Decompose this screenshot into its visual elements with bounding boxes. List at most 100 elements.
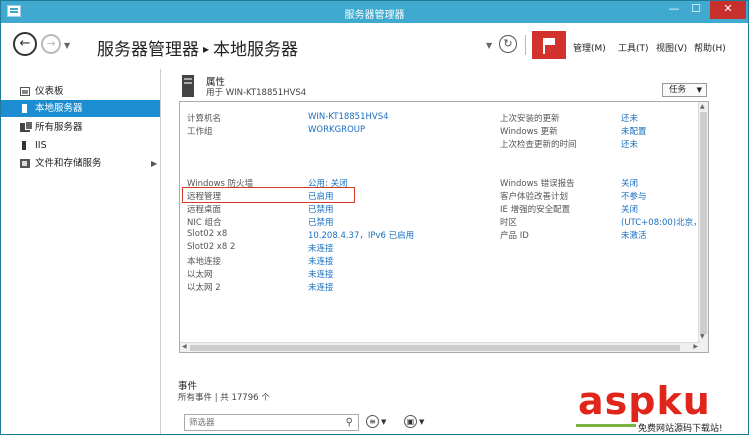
search-icon[interactable]: ⚲ — [346, 417, 353, 428]
sidebar-item-label: 文件和存储服务 — [35, 158, 102, 169]
ie-esc-link[interactable]: 关闭 — [621, 203, 638, 215]
refresh-icon: ↻ — [503, 37, 513, 50]
maximize-button[interactable]: ☐ — [684, 1, 708, 19]
property-label: Windows 错误报告 — [500, 179, 575, 189]
breadcrumb-current: 本地服务器 — [213, 40, 299, 60]
header-divider — [525, 35, 526, 55]
property-label: 工作组 — [187, 127, 213, 137]
close-button[interactable]: ✕ — [710, 1, 746, 19]
all-servers-icon — [20, 121, 33, 132]
local-connection-link[interactable]: 未连接 — [308, 255, 334, 267]
properties-subtitle: 用于 WIN-KT18851HVS4 — [206, 88, 307, 98]
file-storage-icon — [20, 159, 30, 168]
forward-button[interactable]: → — [41, 34, 61, 54]
local-server-icon — [22, 104, 27, 113]
remote-desktop-link[interactable]: 已禁用 — [308, 203, 334, 215]
breadcrumb-root[interactable]: 服务器管理器 — [97, 40, 199, 60]
last-installed-updates-link[interactable]: 还未 — [621, 112, 638, 124]
property-label: 产品 ID — [500, 231, 529, 241]
slot02-x8-link[interactable]: 10.208.4.37，IPv6 已启用 — [308, 229, 414, 241]
filter-options-button[interactable]: ≡ ▼ — [366, 415, 394, 430]
menu-view[interactable]: 视图(V) — [656, 41, 687, 54]
property-label: 客户体验改善计划 — [500, 192, 569, 202]
sidebar-item-dashboard[interactable]: 仪表板 — [1, 83, 160, 100]
property-label: NIC 组合 — [187, 218, 222, 228]
workgroup-link[interactable]: WORKGROUP — [308, 125, 365, 135]
filter-input[interactable] — [185, 415, 315, 430]
expand-chevron-icon[interactable]: ▶ — [151, 159, 157, 168]
watermark-logo: aspku — [578, 379, 711, 423]
title-bar: 服务器管理器 — ☐ ✕ — [1, 1, 748, 23]
arrow-right-icon: → — [46, 37, 56, 50]
slot02-x8-2-link[interactable]: 未连接 — [308, 242, 334, 254]
windows-update-link[interactable]: 未配置 — [621, 125, 647, 137]
scroll-up-icon[interactable]: ▲ — [700, 103, 705, 110]
watermark: aspku 免费网站源码下载站! — [576, 379, 746, 434]
server-properties-icon — [182, 75, 194, 97]
sidebar-item-all-servers[interactable]: 所有服务器 — [1, 119, 160, 136]
property-label: IE 增强的安全配置 — [500, 205, 571, 215]
ethernet-2-link[interactable]: 未连接 — [308, 281, 334, 293]
property-label: 以太网 — [187, 270, 213, 280]
notifications-flag-icon[interactable] — [532, 31, 566, 59]
property-label: 时区 — [500, 218, 518, 228]
nic-teaming-link[interactable]: 已禁用 — [308, 216, 334, 228]
property-label: Slot02 x8 2 — [187, 242, 236, 252]
menu-tools[interactable]: 工具(T) — [618, 41, 649, 54]
ethernet-link[interactable]: 未连接 — [308, 268, 334, 280]
events-subtitle: 所有事件 | 共 17796 个 — [178, 393, 270, 403]
dashboard-icon — [20, 87, 30, 96]
chevron-down-icon: ▼ — [419, 418, 425, 426]
watermark-bar — [576, 424, 636, 427]
minimize-button[interactable]: — — [662, 1, 686, 19]
menu-help[interactable]: 帮助(H) — [694, 41, 726, 54]
events-filter[interactable]: ⚲ — [184, 414, 359, 431]
watermark-tagline: 免费网站源码下载站! — [638, 424, 723, 434]
last-checked-updates-link[interactable]: 还未 — [621, 138, 638, 150]
sidebar: 仪表板 本地服务器 所有服务器 IIS 文件和存储服务 ▶ — [1, 69, 161, 434]
property-label: 计算机名 — [187, 114, 222, 124]
property-label: 远程桌面 — [187, 205, 222, 215]
events-title: 事件 — [178, 381, 198, 392]
product-id-link[interactable]: 未激活 — [621, 229, 647, 241]
sidebar-item-iis[interactable]: IIS — [1, 137, 160, 154]
sidebar-item-label: IIS — [35, 140, 47, 151]
properties-panel: 计算机名 WIN-KT18851HVS4 工作组 WORKGROUP Windo… — [179, 101, 709, 353]
property-label: 上次检查更新的时间 — [500, 140, 577, 150]
scrollbar-thumb[interactable] — [190, 345, 680, 351]
sidebar-item-label: 本地服务器 — [35, 103, 83, 114]
vertical-scrollbar[interactable]: ▲ ▼ — [698, 102, 708, 352]
scrollbar-thumb[interactable] — [700, 112, 707, 334]
property-label: 以太网 2 — [187, 283, 221, 293]
breadcrumb-dropdown-icon[interactable]: ▼ — [486, 41, 492, 50]
breadcrumb-separator-icon: ▸ — [203, 42, 210, 56]
window-title: 服务器管理器 — [344, 10, 405, 21]
ceip-link[interactable]: 不参与 — [621, 190, 647, 202]
sidebar-item-file-storage[interactable]: 文件和存储服务 — [1, 155, 160, 172]
property-label: 远程管理 — [187, 192, 222, 202]
list-options-icon: ≡ — [366, 415, 379, 428]
sidebar-item-local-server[interactable]: 本地服务器 — [1, 100, 160, 117]
server-manager-window: 服务器管理器 — ☐ ✕ ← → ▼ 服务器管理器 ▸ 本地服务器 ▼ ↻ 管理(M… — [0, 0, 749, 435]
refresh-button[interactable]: ↻ — [499, 35, 517, 53]
horizontal-scrollbar[interactable]: ◀ ▶ — [180, 342, 700, 352]
menu-manage[interactable]: 管理(M) — [573, 41, 606, 54]
arrow-left-icon: ← — [19, 36, 31, 51]
computer-name-link[interactable]: WIN-KT18851HVS4 — [308, 112, 389, 122]
save-icon: ▣ — [404, 415, 417, 428]
tasks-dropdown[interactable]: 任务 ▼ — [662, 83, 707, 97]
breadcrumb: 服务器管理器 ▸ 本地服务器 — [97, 35, 298, 60]
iis-icon — [22, 141, 26, 150]
scroll-left-icon[interactable]: ◀ — [182, 343, 187, 350]
property-label: 本地连接 — [187, 257, 222, 267]
scroll-down-icon[interactable]: ▼ — [700, 333, 705, 340]
scroll-right-icon[interactable]: ▶ — [693, 343, 698, 350]
property-label: 上次安装的更新 — [500, 114, 560, 124]
remote-management-link[interactable]: 已启用 — [308, 190, 334, 202]
error-reporting-link[interactable]: 关闭 — [621, 177, 638, 189]
back-button[interactable]: ← — [13, 32, 37, 56]
time-zone-link[interactable]: (UTC+08:00)北京， — [621, 216, 702, 228]
history-dropdown-icon[interactable]: ▼ — [64, 41, 70, 50]
save-query-button[interactable]: ▣ ▼ — [404, 415, 432, 430]
property-label: Slot02 x8 — [187, 229, 228, 239]
